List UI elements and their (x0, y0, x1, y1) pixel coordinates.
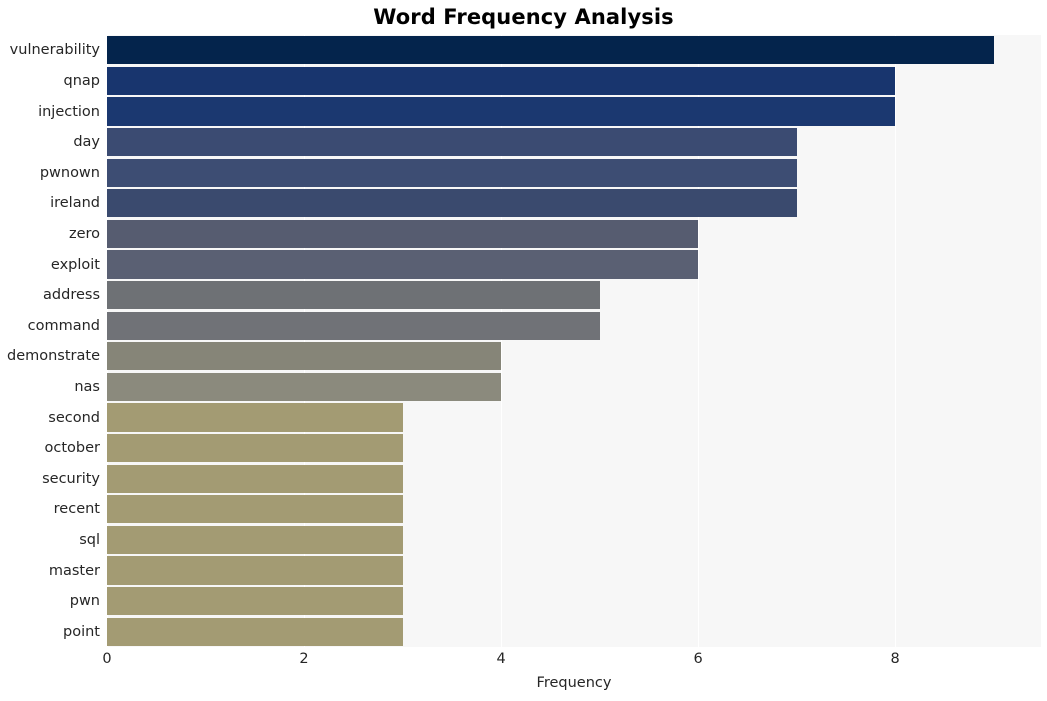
bar-row[interactable] (107, 617, 1041, 646)
y-axis-tick-labels: vulnerability qnap injection day pwnown irela… (0, 35, 100, 647)
y-tick-label-demonstrate: demonstrate (6, 348, 100, 365)
x-tick-label-4: 4 (496, 651, 506, 667)
bar-october[interactable] (107, 433, 403, 463)
x-axis-tick-labels: 0 2 4 6 8 (0, 651, 1047, 674)
y-tick-label-injection: injection (38, 103, 100, 120)
bar-vulnerability[interactable] (107, 36, 994, 65)
bar-pwnown[interactable] (107, 158, 797, 187)
bar-row[interactable] (107, 495, 1041, 524)
bar-ireland[interactable] (107, 189, 797, 218)
bar-row[interactable] (107, 403, 1041, 432)
bar-address[interactable] (107, 280, 600, 310)
bar-qnap[interactable] (107, 66, 896, 96)
bar-security[interactable] (107, 464, 403, 493)
bar-second[interactable] (107, 403, 403, 432)
bar-row[interactable] (107, 525, 1041, 555)
bar-row[interactable] (107, 189, 1041, 218)
bar-row[interactable] (107, 556, 1041, 585)
x-tick-label-6: 6 (693, 651, 703, 667)
y-tick-label-security: security (42, 470, 100, 487)
x-tick-label-0: 0 (102, 651, 112, 667)
y-tick-label-nas: nas (74, 378, 100, 395)
y-tick-label-qnap: qnap (63, 72, 100, 89)
bar-exploit[interactable] (107, 250, 699, 279)
bar-day[interactable] (107, 127, 797, 157)
y-tick-label-exploit: exploit (50, 256, 100, 273)
y-tick-label-ireland: ireland (50, 195, 100, 212)
bar-row[interactable] (107, 311, 1041, 340)
y-tick-label-second: second (48, 409, 100, 426)
y-tick-label-pwn: pwn (69, 593, 100, 610)
bar-row[interactable] (107, 342, 1041, 371)
y-tick-label-pwnown: pwnown (39, 164, 100, 181)
bar-row[interactable] (107, 36, 1041, 65)
chart-title: Word Frequency Analysis (373, 5, 674, 29)
bar-row[interactable] (107, 250, 1041, 279)
bar-row[interactable] (107, 127, 1041, 157)
bar-injection[interactable] (107, 97, 896, 126)
y-tick-label-address: address (43, 287, 100, 304)
bar-row[interactable] (107, 219, 1041, 249)
bar-demonstrate[interactable] (107, 342, 502, 371)
y-tick-label-point: point (63, 623, 100, 640)
y-tick-label-recent: recent (53, 501, 100, 518)
bar-row[interactable] (107, 586, 1041, 616)
bar-recent[interactable] (107, 495, 403, 524)
bar-row[interactable] (107, 464, 1041, 493)
y-tick-label-command: command (27, 317, 100, 334)
bar-nas[interactable] (107, 372, 502, 402)
y-tick-label-master: master (48, 562, 100, 579)
bar-point[interactable] (107, 617, 403, 646)
bar-row[interactable] (107, 372, 1041, 402)
x-axis-title: Frequency (536, 675, 612, 691)
word-frequency-chart-figure: Word Frequency Analysis vulnerability qna… (0, 0, 1047, 701)
bar-row[interactable] (107, 433, 1041, 463)
y-tick-label-zero: zero (68, 225, 100, 242)
bar-zero[interactable] (107, 219, 699, 249)
y-tick-label-sql: sql (79, 531, 100, 548)
bar-row[interactable] (107, 280, 1041, 310)
bar-row[interactable] (107, 97, 1041, 126)
bar-pwn[interactable] (107, 586, 403, 616)
bars-layer (107, 35, 1041, 647)
y-tick-label-october: october (44, 440, 101, 457)
bar-command[interactable] (107, 311, 600, 340)
bar-row[interactable] (107, 66, 1041, 96)
x-tick-label-2: 2 (299, 651, 309, 667)
bar-row[interactable] (107, 158, 1041, 187)
y-tick-label-vulnerability: vulnerability (9, 42, 100, 59)
bar-master[interactable] (107, 556, 403, 585)
bar-sql[interactable] (107, 525, 403, 555)
y-tick-label-day: day (73, 134, 100, 151)
x-tick-label-8: 8 (890, 651, 900, 667)
